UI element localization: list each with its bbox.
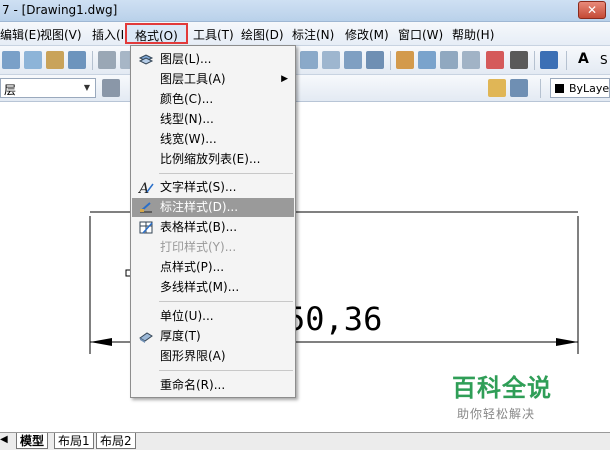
close-icon: ✕ bbox=[586, 3, 598, 17]
menu-bar: 编辑(E) 视图(V) 插入(I) 格式(O) 工具(T) 绘图(D) 标注(N… bbox=[0, 22, 610, 46]
table-style-icon bbox=[138, 220, 154, 235]
menu-item-dimension-style[interactable]: 标注样式(D)... bbox=[132, 198, 294, 217]
layer-states-icon[interactable] bbox=[510, 79, 528, 97]
tab-nav-icon[interactable]: ◀ bbox=[0, 434, 8, 445]
layer-previous-icon[interactable] bbox=[488, 79, 506, 97]
menu-item-units[interactable]: 单位(U)... bbox=[132, 307, 294, 326]
menu-modify[interactable]: 修改(M) bbox=[345, 26, 389, 43]
window-title: 7 - [Drawing1.dwg] bbox=[2, 3, 118, 17]
submenu-arrow-icon: ▶ bbox=[281, 74, 288, 84]
text-style-toolbar-icon[interactable]: A bbox=[578, 51, 596, 69]
menu-item-table-style[interactable]: 表格样式(B)... bbox=[132, 218, 294, 237]
dimension-arrow-right bbox=[556, 338, 578, 346]
menu-separator bbox=[159, 173, 293, 174]
layer-combo-value: 层 bbox=[4, 83, 17, 97]
standard-toolbar: A S bbox=[0, 46, 610, 75]
menu-separator bbox=[159, 301, 293, 302]
menu-edit[interactable]: 编辑(E) bbox=[0, 26, 41, 43]
menu-item-layer[interactable]: 图层(L)... bbox=[132, 50, 294, 69]
chevron-down-icon[interactable]: ▼ bbox=[81, 81, 93, 95]
tool-palettes-icon[interactable] bbox=[440, 51, 458, 69]
menu-item-lineweight[interactable]: 线宽(W)... bbox=[132, 130, 294, 149]
toolbar-separator bbox=[534, 51, 535, 70]
help-icon[interactable] bbox=[540, 51, 558, 69]
color-control[interactable]: ByLayer bbox=[550, 78, 610, 98]
dimension-style-icon bbox=[138, 200, 154, 215]
color-swatch bbox=[555, 84, 564, 93]
tab-layout1[interactable]: 布局1 bbox=[54, 433, 94, 449]
toolbar-separator bbox=[540, 79, 541, 98]
menu-draw[interactable]: 绘图(D) bbox=[241, 26, 284, 43]
cut-icon[interactable] bbox=[98, 51, 116, 69]
watermark-subtitle: 助你轻松解决 bbox=[457, 407, 536, 421]
menu-item-color[interactable]: 颜色(C)... bbox=[132, 90, 294, 109]
layers-icon bbox=[138, 52, 154, 67]
menu-dimension[interactable]: 标注(N) bbox=[292, 26, 334, 43]
zoom-realtime-icon[interactable] bbox=[300, 51, 318, 69]
menu-view[interactable]: 视图(V) bbox=[40, 26, 82, 43]
properties-icon[interactable] bbox=[396, 51, 414, 69]
zoom-previous-icon[interactable] bbox=[344, 51, 362, 69]
watermark-title: 百科全说 bbox=[452, 374, 552, 402]
menu-separator bbox=[159, 370, 293, 371]
menu-help[interactable]: 帮助(H) bbox=[452, 26, 494, 43]
menu-item-plot-style[interactable]: 打印样式(Y)... bbox=[132, 238, 294, 257]
sheet-set-icon[interactable] bbox=[462, 51, 480, 69]
menu-item-point-style[interactable]: 点样式(P)... bbox=[132, 258, 294, 277]
tab-model[interactable]: 模型 bbox=[16, 433, 49, 449]
format-menu-dropdown: 图层(L)... 图层工具(A) ▶ 颜色(C)... 线型(N)... 线宽(… bbox=[130, 45, 296, 398]
tab-layout2[interactable]: 布局2 bbox=[96, 433, 136, 449]
menu-window[interactable]: 窗口(W) bbox=[398, 26, 443, 43]
design-center-icon[interactable] bbox=[418, 51, 436, 69]
toolbar-separator bbox=[92, 51, 93, 70]
print-icon[interactable] bbox=[2, 51, 20, 69]
menu-format[interactable]: 格式(O) bbox=[125, 23, 188, 44]
menu-insert[interactable]: 插入(I) bbox=[92, 26, 129, 43]
menu-item-drawing-limits[interactable]: 图形界限(A) bbox=[132, 347, 294, 366]
3d-dwf-icon[interactable] bbox=[68, 51, 86, 69]
menu-item-multiline-style[interactable]: 多线样式(M)... bbox=[132, 278, 294, 297]
watermark: 百科全说 助你轻松解决 bbox=[452, 368, 582, 422]
plot-preview-icon[interactable] bbox=[24, 51, 42, 69]
layout-tabs-bar: ◀ 模型 布局1 布局2 bbox=[0, 432, 610, 450]
text-style-icon: A bbox=[137, 180, 154, 197]
layer-settings-icon[interactable] bbox=[102, 79, 120, 97]
calculator-icon[interactable] bbox=[510, 51, 528, 69]
bylayer-label: ByLayer bbox=[569, 82, 610, 95]
markup-icon[interactable] bbox=[486, 51, 504, 69]
toolbar-separator bbox=[566, 51, 567, 70]
thickness-icon bbox=[138, 329, 154, 344]
zoom-window-icon[interactable] bbox=[322, 51, 340, 69]
menu-item-layer-tools[interactable]: 图层工具(A) ▶ bbox=[132, 70, 294, 89]
zoom-extents-icon[interactable] bbox=[366, 51, 384, 69]
close-button[interactable]: ✕ bbox=[578, 1, 606, 19]
publish-icon[interactable] bbox=[46, 51, 64, 69]
menu-tools[interactable]: 工具(T) bbox=[193, 26, 234, 43]
svg-text:A: A bbox=[138, 181, 149, 195]
toolbar-separator bbox=[390, 51, 391, 70]
dimension-arrow-left bbox=[90, 338, 112, 346]
menu-item-rename[interactable]: 重命名(R)... bbox=[132, 376, 294, 395]
layers-toolbar: 层 ▼ ByLayer bbox=[0, 75, 610, 102]
menu-item-scale-list[interactable]: 比例缩放列表(E)... bbox=[132, 150, 294, 169]
menu-item-thickness[interactable]: 厚度(T) bbox=[132, 327, 294, 346]
menu-item-linetype[interactable]: 线型(N)... bbox=[132, 110, 294, 129]
layer-combo[interactable]: 层 ▼ bbox=[0, 78, 96, 98]
menu-item-text-style[interactable]: A 文字样式(S)... bbox=[132, 178, 294, 197]
title-bar: 7 - [Drawing1.dwg] ✕ bbox=[0, 0, 610, 22]
dimension-text: 50,36 bbox=[286, 300, 382, 338]
style-label: S bbox=[600, 53, 608, 67]
